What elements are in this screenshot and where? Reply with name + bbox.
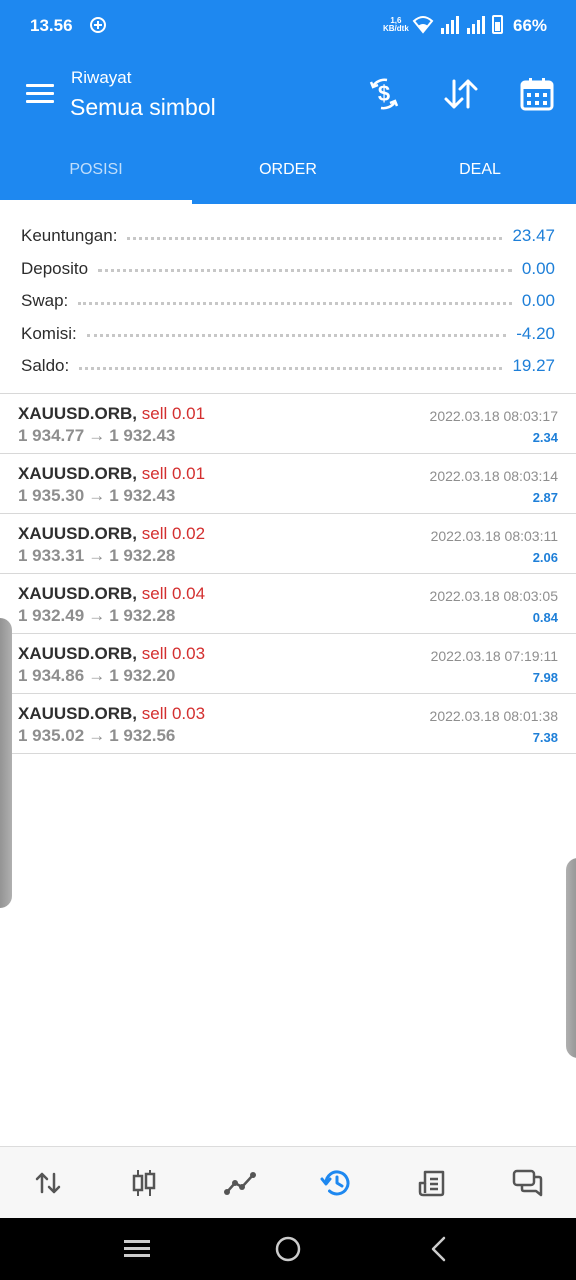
history-icon[interactable] [288,1147,384,1218]
arrow-right-icon: → [88,546,106,565]
list-item[interactable]: XAUUSD.ORB, sell 0.01 1 934.77 → 1 932.43 … [0,394,576,454]
deal-profit: 7.38 [532,730,558,745]
deal-close-price: 1 932.28 [109,546,176,565]
journal-icon[interactable] [384,1147,480,1218]
deal-profit: 2.06 [532,550,558,565]
deal-close-price: 1 932.43 [109,426,176,445]
deal-time: 2022.03.18 08:01:38 [429,708,558,724]
deal-symbol: XAUUSD.ORB, [18,584,138,603]
deal-side: sell 0.04 [141,584,206,603]
dollar-exchange-icon[interactable]: $ [364,74,404,114]
chat-icon[interactable] [480,1147,576,1218]
deal-symbol: XAUUSD.ORB, [18,524,138,543]
wifi-icon [412,16,434,34]
summary-row-balance: Saldo: 19.27 [21,356,555,376]
deal-side: sell 0.03 [141,704,206,723]
deal-side: sell 0.01 [141,464,206,483]
svg-text:$: $ [378,81,390,106]
battery-percent: 66% [513,16,548,35]
battery-icon [492,15,503,34]
arrow-right-icon: → [88,666,106,685]
app-bar: Riwayat Semua simbol $ [0,52,576,136]
deal-list: XAUUSD.ORB, sell 0.01 1 934.77 → 1 932.43 … [0,394,576,754]
deal-time: 2022.03.18 08:03:17 [429,408,558,424]
deal-open-price: 1 932.49 [18,606,85,625]
deal-symbol: XAUUSD.ORB, [18,404,138,423]
deal-profit: 0.84 [532,610,558,625]
deal-close-price: 1 932.43 [109,486,176,505]
deal-close-price: 1 932.20 [109,666,176,685]
deal-open-price: 1 933.31 [18,546,85,565]
deal-time: 2022.03.18 08:03:05 [429,588,558,604]
tab-order[interactable]: ORDER [192,136,384,204]
arrow-right-icon: → [88,486,106,505]
deal-profit: 2.34 [532,430,558,445]
system-nav-bar [0,1218,576,1280]
summary-row-swap: Swap: 0.00 [21,291,555,311]
list-item[interactable]: XAUUSD.ORB, sell 0.01 1 935.30 → 1 932.43 … [0,454,576,514]
deal-profit: 2.87 [532,490,558,505]
summary-row-profit: Keuntungan: 23.47 [21,226,555,246]
deal-close-price: 1 932.28 [109,606,176,625]
deal-symbol: XAUUSD.ORB, [18,704,138,723]
back-icon[interactable] [409,1227,469,1271]
summary-panel: Keuntungan: 23.47 Deposito 0.00 Swap: 0.… [0,204,576,394]
network-speed: 1,6 KB/dtk [383,16,409,33]
deal-side: sell 0.01 [141,404,206,423]
signal-icon [441,16,459,34]
deal-open-price: 1 934.86 [18,666,85,685]
tab-bar: POSISI ORDER DEAL [0,136,576,204]
tab-deal[interactable]: DEAL [384,136,576,204]
deal-profit: 7.98 [532,670,558,685]
screen-title[interactable]: Semua simbol [70,94,216,121]
signal-icon-2 [467,16,485,34]
deal-symbol: XAUUSD.ORB, [18,644,138,663]
bottom-nav [0,1146,576,1218]
screen-edge-right [566,858,576,1058]
sort-arrows-icon[interactable] [441,74,481,114]
deal-close-price: 1 932.56 [109,726,176,745]
menu-icon[interactable] [26,84,54,104]
deal-symbol: XAUUSD.ORB, [18,464,138,483]
quotes-arrows-icon[interactable] [0,1147,96,1218]
status-bar: 13.56 1,6 KB/dtk 66% [0,0,576,52]
list-item[interactable]: XAUUSD.ORB, sell 0.03 1 935.02 → 1 932.56 … [0,694,576,754]
data-saver-icon [90,17,106,33]
calendar-icon[interactable] [517,74,557,114]
arrow-right-icon: → [88,426,106,445]
home-icon[interactable] [258,1227,318,1271]
clock: 13.56 [30,16,73,35]
list-item[interactable]: XAUUSD.ORB, sell 0.02 1 933.31 → 1 932.28 … [0,514,576,574]
summary-row-deposit: Deposito 0.00 [21,258,555,278]
deal-time: 2022.03.18 08:03:14 [429,468,558,484]
deal-open-price: 1 935.30 [18,486,85,505]
arrow-right-icon: → [88,606,106,625]
summary-row-commission: Komisi: -4.20 [21,323,555,343]
deal-side: sell 0.03 [141,644,206,663]
screen-edge-left [0,618,12,908]
screen-subtitle: Riwayat [71,68,132,87]
trade-line-icon[interactable] [192,1147,288,1218]
arrow-right-icon: → [88,726,106,745]
deal-open-price: 1 935.02 [18,726,85,745]
candlestick-chart-icon[interactable] [96,1147,192,1218]
deal-time: 2022.03.18 07:19:11 [430,648,558,664]
deal-open-price: 1 934.77 [18,426,85,445]
list-item[interactable]: XAUUSD.ORB, sell 0.03 1 934.86 → 1 932.20 … [0,634,576,694]
deal-side: sell 0.02 [141,524,206,543]
deal-time: 2022.03.18 08:03:11 [430,528,558,544]
recent-apps-icon[interactable] [107,1227,167,1271]
list-item[interactable]: XAUUSD.ORB, sell 0.04 1 932.49 → 1 932.28 … [0,574,576,634]
tab-posisi[interactable]: POSISI [0,136,192,204]
